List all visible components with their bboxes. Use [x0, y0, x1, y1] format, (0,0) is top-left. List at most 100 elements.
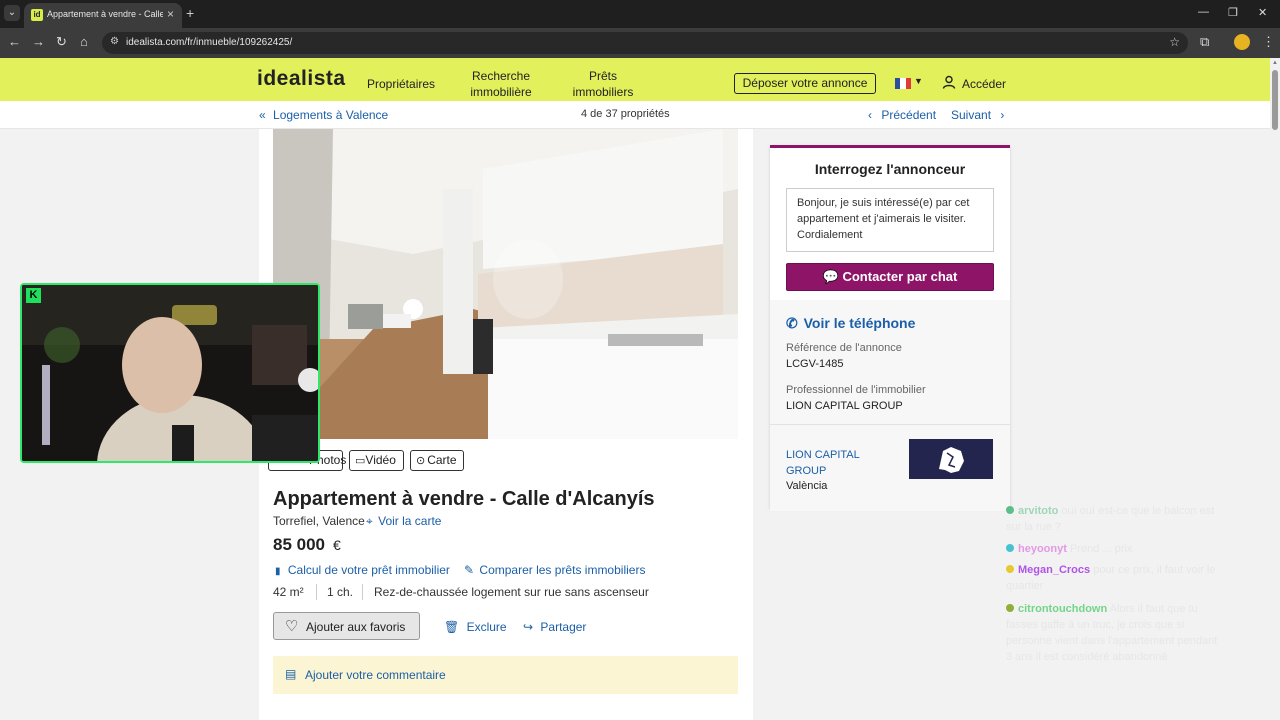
view-phone-link[interactable]: ✆ Voir le téléphone — [786, 315, 915, 332]
post-listing-button[interactable]: Déposer votre annonce — [734, 73, 876, 94]
exclude-link[interactable]: 🗑 Exclure — [444, 620, 507, 634]
chevron-left-icon: ‹ — [868, 108, 872, 122]
next-listing-link[interactable]: Suivant › — [951, 108, 1004, 122]
contact-details: ✆ Voir le téléphone Référence de l'annon… — [770, 300, 1010, 511]
chat-message: arvitoto ouí ouí est-ce que le balcon es… — [1006, 503, 1226, 535]
nav-proprietaires[interactable]: Propriétaires — [367, 76, 435, 92]
french-flag-icon[interactable] — [895, 78, 911, 89]
kick-logo: K — [26, 288, 41, 303]
share-arrow-icon: ↪ — [523, 620, 534, 634]
page-scrollbar[interactable]: ▲ — [1270, 58, 1280, 720]
profile-avatar[interactable] — [1234, 34, 1250, 50]
chat-message: Megan_Crocs pour ce prix, il faut voir l… — [1006, 562, 1226, 594]
chat-username: heyoonyt — [1018, 543, 1067, 555]
favorite-label: Ajouter aux favoris — [306, 620, 406, 634]
chat-username: Megan_Crocs — [1018, 564, 1091, 576]
note-icon: ▤ — [285, 667, 297, 681]
feature-separator — [362, 584, 363, 600]
language-caret-icon[interactable]: ▼ — [914, 76, 923, 86]
tab-favicon: id — [31, 9, 43, 21]
listing-photo[interactable] — [273, 129, 738, 439]
login-link[interactable]: Accéder — [962, 77, 1006, 91]
forward-arrow-icon[interactable]: → — [32, 34, 45, 49]
chat-message: heyoonyt Prend ... prix — [1006, 541, 1226, 557]
scroll-up-arrow-icon[interactable]: ▲ — [1272, 60, 1278, 66]
agency-name-link[interactable]: LION CAPITAL GROUP — [786, 447, 886, 479]
close-window-icon[interactable]: ✕ — [1258, 6, 1267, 19]
contact-card: Interrogez l'annonceur Bonjour, je suis … — [770, 145, 1010, 511]
share-label: Partager — [540, 620, 587, 634]
divider — [770, 424, 1010, 425]
webcam-feed-illustration — [22, 285, 318, 461]
home-icon[interactable]: ⌂ — [80, 34, 88, 49]
view-map-link[interactable]: ⌖ Voir la carte — [366, 514, 441, 529]
tab-title: Appartement à vendre - Calle d — [47, 9, 163, 19]
location-pin-icon: ⌖ — [366, 514, 373, 528]
chat-badge-icon — [1006, 565, 1014, 573]
loan-calculator-link[interactable]: ▮ Calcul de votre prêt immobilier — [275, 563, 450, 577]
extensions-icon[interactable]: ⧉ — [1200, 34, 1209, 50]
chat-badge-icon — [1006, 506, 1014, 514]
message-textarea[interactable]: Bonjour, je suis intéressé(e) par cet ap… — [786, 188, 994, 252]
maximize-icon[interactable]: ❐ — [1228, 6, 1238, 19]
nav-recherche-immobiliere[interactable]: Recherche immobilière — [469, 68, 533, 100]
phone-label: Voir le téléphone — [803, 315, 916, 331]
next-label: Suivant — [951, 108, 992, 122]
add-favorite-button[interactable]: ♡ Ajouter aux favoris — [273, 612, 420, 640]
feature-description: Rez-de-chaussée logement sur rue sans as… — [374, 585, 649, 599]
chat-bubble-icon: 💬 — [822, 269, 839, 284]
previous-listing-link[interactable]: ‹ Précédent — [868, 108, 936, 122]
chat-contact-button[interactable]: 💬 Contacter par chat — [786, 263, 994, 291]
back-link-label: Logements à Valence — [273, 108, 389, 122]
streamer-webcam-overlay: K — [20, 283, 320, 463]
back-arrow-icon[interactable]: ← — [8, 34, 21, 49]
browser-tab[interactable]: id Appartement à vendre - Calle d × — [24, 3, 182, 28]
price-currency: € — [333, 537, 341, 553]
add-comment-link[interactable]: Ajouter votre commentaire — [305, 668, 446, 682]
chat-message: citrontouchdown Alors il faut que tu fas… — [1006, 601, 1226, 665]
address-bar-row: ← → ↻ ⌂ ⚙ idealista.com/fr/inmueble/1092… — [0, 28, 1280, 58]
lion-head-icon — [939, 447, 964, 473]
scrollbar-thumb[interactable] — [1272, 70, 1278, 130]
user-icon[interactable] — [942, 75, 956, 89]
nav-prets-immobiliers[interactable]: Prêts immobiliers — [571, 68, 635, 100]
kitchen-photo-illustration — [273, 129, 738, 439]
agency-city: València — [786, 480, 828, 492]
double-chevron-left-icon: « — [259, 108, 266, 122]
feature-rooms: 1 ch. — [327, 585, 354, 599]
tab-close-icon[interactable]: × — [167, 7, 174, 21]
pencil-icon: ✎ — [464, 563, 475, 577]
exclude-label: Exclure — [466, 620, 507, 634]
tab-list-dropdown-icon[interactable]: ⌄ — [4, 5, 20, 21]
previous-label: Précédent — [881, 108, 937, 122]
browser-menu-icon[interactable]: ⋮ — [1262, 34, 1275, 50]
back-to-results-link[interactable]: « Logements à Valence — [259, 108, 388, 122]
agency-lion-logo[interactable] — [909, 439, 993, 479]
map-button[interactable]: ⊙ Carte — [410, 450, 464, 471]
bookmark-star-icon[interactable]: ☆ — [1169, 35, 1180, 49]
chevron-right-icon: › — [1000, 108, 1005, 122]
loan-calculator-label: Calcul de votre prêt immobilier — [287, 563, 450, 577]
url-field[interactable]: ⚙ idealista.com/fr/inmueble/109262425/ ☆ — [102, 32, 1188, 54]
chat-button-label: Contacter par chat — [842, 269, 958, 284]
listing-navigation: « Logements à Valence 4 de 37 propriétés… — [0, 101, 1270, 129]
comment-box: ▤ Ajouter votre commentaire — [273, 656, 738, 694]
site-info-icon[interactable]: ⚙ — [110, 36, 119, 47]
reload-icon[interactable]: ↻ — [56, 34, 67, 50]
idealista-logo[interactable]: idealista — [257, 67, 346, 91]
video-button[interactable]: ▭Vidéo — [349, 450, 404, 471]
video-label: Vidéo — [365, 453, 396, 467]
listing-title: Appartement à vendre - Calle d'Alcanyís — [273, 488, 655, 510]
view-map-label: Voir la carte — [378, 514, 442, 528]
map-label: Carte — [427, 453, 457, 467]
listing-price: 85 000 — [273, 535, 325, 554]
new-tab-icon[interactable]: + — [186, 5, 194, 21]
url-text[interactable]: idealista.com/fr/inmueble/109262425/ — [126, 37, 292, 48]
share-link[interactable]: ↪ Partager — [523, 620, 586, 634]
trash-icon: 🗑 — [444, 620, 460, 634]
chat-username: arvitoto — [1018, 505, 1059, 517]
minimize-icon[interactable]: — — [1198, 6, 1209, 18]
compare-loans-link[interactable]: ✎ Comparer les prêts immobiliers — [464, 563, 645, 577]
compare-loans-label: Comparer les prêts immobiliers — [479, 563, 646, 577]
chat-badge-icon — [1006, 604, 1014, 612]
